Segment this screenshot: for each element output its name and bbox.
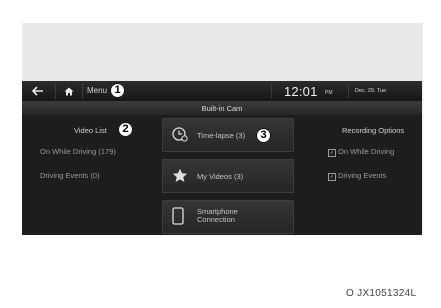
checkbox-driving-events[interactable]: ✓ (328, 173, 336, 181)
smartphone-icon (172, 207, 184, 225)
callout-marker-3: 3 (256, 128, 271, 143)
clock-ampm: PM (325, 90, 333, 96)
tile-my-videos[interactable]: My Videos (3) (162, 159, 294, 193)
home-button[interactable] (55, 83, 83, 99)
divider (348, 84, 349, 98)
back-button[interactable] (26, 83, 50, 99)
clock-time: 12:01 (284, 84, 318, 99)
checkbox-on-while-driving[interactable]: ✓ (328, 149, 336, 157)
home-icon (64, 87, 74, 95)
video-list-item[interactable]: Driving Events (0) (40, 171, 100, 180)
menu-button[interactable]: Menu (87, 86, 107, 95)
infotainment-screen: Menu 1 12:01 PM Dec. 29. Tue Built-in Ca… (22, 81, 422, 235)
option-driving-events-label[interactable]: Driving Events (338, 171, 386, 180)
recording-options-header: Recording Options (342, 126, 405, 135)
divider (271, 84, 272, 98)
page-title: Built-in Cam (22, 102, 422, 115)
tile-smartphone-connection[interactable]: Smartphone Connection (162, 200, 294, 234)
tile-smartphone-label-line2: Connection (197, 215, 235, 224)
date-display: Dec. 29. Tue (355, 88, 387, 94)
option-on-while-driving-label[interactable]: On While Driving (338, 147, 394, 156)
back-arrow-icon (32, 86, 43, 96)
figure-code: O JX1051324L (346, 288, 417, 299)
tile-time-lapse[interactable]: Time-lapse (3) 3 (162, 118, 294, 152)
video-list-item[interactable]: On While Driving (179) (40, 147, 116, 156)
tile-my-videos-label: My Videos (3) (197, 172, 244, 181)
tile-time-lapse-label: Time-lapse (3) (197, 131, 246, 140)
timelapse-clock-icon (172, 127, 188, 142)
video-list-header: Video List (74, 126, 107, 135)
video-list-panel: Video List 2 On While Driving (179) Driv… (22, 115, 162, 235)
top-status-bar: Menu 1 12:01 PM Dec. 29. Tue (22, 81, 422, 102)
star-icon (173, 168, 187, 182)
recording-options-panel: Recording Options ✓ On While Driving ✓ D… (313, 115, 422, 235)
callout-marker-1: 1 (110, 83, 125, 98)
callout-marker-2: 2 (118, 122, 133, 137)
